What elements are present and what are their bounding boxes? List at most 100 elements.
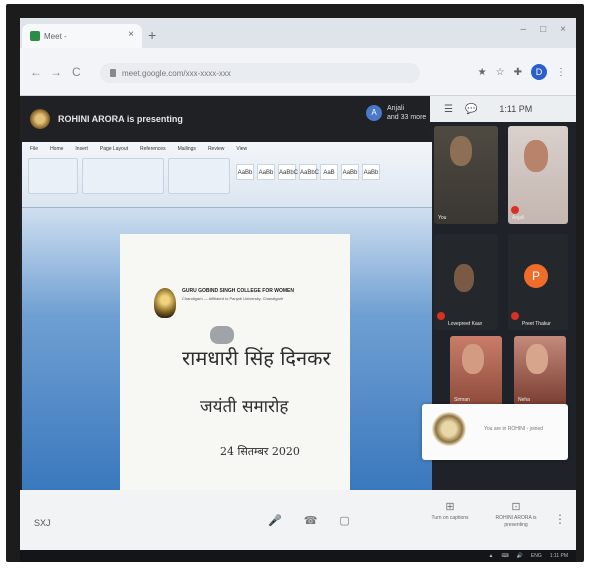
menu-item: References bbox=[140, 146, 166, 152]
minimize-button[interactable]: – bbox=[521, 24, 527, 35]
extensions-area: ★ ☆ ✚ D ⋮ bbox=[478, 64, 566, 80]
participant-video bbox=[450, 136, 472, 166]
profile-avatar[interactable]: D bbox=[531, 64, 547, 80]
college-subtitle: Chandigarh — Affiliated to Panjab Univer… bbox=[182, 296, 284, 301]
reload-button[interactable]: C bbox=[72, 65, 81, 79]
notice-text: You are in ROHINI - joined bbox=[484, 426, 544, 432]
participant-video bbox=[462, 344, 484, 374]
word-ribbon: File Home Insert Page Layout References … bbox=[22, 142, 432, 208]
captions-icon: ⊞ bbox=[445, 501, 455, 513]
menu-item: Page Layout bbox=[99, 146, 129, 152]
participant-video bbox=[526, 344, 548, 374]
ribbon-group-clipboard bbox=[28, 158, 78, 194]
maximize-button[interactable]: □ bbox=[540, 24, 546, 35]
browser-toolbar: ← → C ★ ☆ ✚ D ⋮ bbox=[20, 48, 576, 96]
meet-window: ROHINI ARORA is presenting A Anjali and … bbox=[20, 96, 576, 550]
os-taskbar: ▲ ⌨ 🔊 ENG 1:11 PM bbox=[20, 550, 576, 562]
captions-label: Turn on captions bbox=[431, 515, 469, 521]
participant-tile[interactable]: Lovepreet Kaur bbox=[434, 234, 498, 330]
college-seal bbox=[432, 412, 466, 446]
style-swatch: AaBb bbox=[257, 164, 275, 180]
muted-mic-icon bbox=[511, 312, 519, 320]
muted-mic-icon bbox=[511, 206, 519, 214]
forward-button[interactable]: → bbox=[50, 65, 62, 79]
pinned-participants[interactable]: A Anjali and 33 more bbox=[366, 104, 439, 122]
participant-name: Preet Thakur bbox=[522, 321, 551, 327]
menu-item: File bbox=[30, 146, 39, 152]
presented-screen: File Home Insert Page Layout References … bbox=[22, 142, 432, 490]
menu-item: View bbox=[236, 146, 248, 152]
participant-video bbox=[454, 264, 474, 292]
style-swatch: AaBb bbox=[341, 164, 359, 180]
style-swatch: AaBbC bbox=[278, 164, 298, 180]
participant-video bbox=[524, 140, 548, 172]
camera-button[interactable]: ▢ bbox=[339, 514, 349, 527]
extension-icon[interactable]: ☆ bbox=[496, 67, 505, 78]
meeting-code: SXJ bbox=[34, 518, 51, 528]
leave-call-button[interactable]: ☎ bbox=[304, 514, 318, 527]
style-swatch: AaBb bbox=[362, 164, 380, 180]
participant-name: You bbox=[438, 215, 447, 221]
participant-name: Neha bbox=[518, 397, 530, 403]
participant-avatar: A bbox=[366, 105, 382, 121]
college-logo bbox=[154, 288, 176, 318]
more-options-icon[interactable]: ⋮ bbox=[554, 512, 566, 526]
meet-favicon-icon bbox=[30, 31, 40, 41]
address-bar[interactable] bbox=[100, 63, 420, 83]
chat-icon[interactable]: 💬 bbox=[465, 104, 477, 115]
style-swatch: AaB bbox=[320, 164, 338, 180]
language-indicator[interactable]: ENG bbox=[531, 553, 542, 559]
participant-tile[interactable]: You bbox=[434, 126, 498, 224]
ribbon-group-font bbox=[82, 158, 164, 194]
participant-tile[interactable]: Anjali bbox=[508, 126, 568, 224]
participant-name: Anjali bbox=[512, 215, 525, 221]
call-controls: 🎤 ☎ ▢ bbox=[268, 514, 350, 527]
participant-tile[interactable]: P Preet Thakur bbox=[508, 234, 568, 330]
people-icon[interactable]: ☰ bbox=[444, 104, 453, 115]
document-page: GURU GOBIND SINGH COLLEGE FOR WOMEN Chan… bbox=[120, 234, 350, 490]
presenter-avatar bbox=[30, 109, 50, 129]
participant-tile[interactable]: Simran bbox=[450, 336, 502, 406]
menu-item: Home bbox=[50, 146, 64, 152]
participant-avatar: P bbox=[524, 264, 548, 288]
new-tab-button[interactable]: + bbox=[148, 27, 156, 43]
tab-close-icon[interactable]: × bbox=[128, 29, 134, 40]
clock: 1:11 PM bbox=[499, 104, 533, 114]
college-name: GURU GOBIND SINGH COLLEGE FOR WOMEN bbox=[182, 288, 294, 294]
ribbon-styles: AaBb AaBb AaBbC AaBbC AaB AaBb AaBb bbox=[236, 164, 380, 180]
menu-item: Mailings bbox=[177, 146, 196, 152]
bookmark-star-icon[interactable]: ★ bbox=[478, 67, 487, 78]
style-swatch: AaBbC bbox=[299, 164, 319, 180]
browser-tab-strip: Meet - × + – □ × bbox=[20, 18, 576, 48]
college-text: GURU GOBIND SINGH COLLEGE FOR WOMEN Chan… bbox=[182, 288, 332, 301]
keyboard-icon[interactable]: ⌨ bbox=[501, 553, 508, 559]
back-button[interactable]: ← bbox=[30, 65, 42, 79]
puzzle-icon[interactable]: ✚ bbox=[514, 67, 522, 78]
college-header: GURU GOBIND SINGH COLLEGE FOR WOMEN Chan… bbox=[154, 288, 332, 318]
url-input[interactable] bbox=[122, 68, 382, 78]
window-controls: – □ × bbox=[521, 24, 566, 35]
tray-arrow-icon[interactable]: ▲ bbox=[489, 553, 494, 559]
menu-item: Review bbox=[207, 146, 225, 152]
muted-mic-icon bbox=[437, 312, 445, 320]
presenting-button[interactable]: ⊡ ROHINI ARORA is presenting bbox=[490, 500, 542, 529]
close-window-button[interactable]: × bbox=[560, 24, 566, 35]
captions-button[interactable]: ⊞ Turn on captions bbox=[424, 500, 476, 522]
browser-menu-icon[interactable]: ⋮ bbox=[556, 67, 566, 78]
mic-button[interactable]: 🎤 bbox=[268, 514, 282, 527]
ribbon-group-paragraph bbox=[168, 158, 230, 194]
taskbar-clock: 1:11 PM bbox=[549, 553, 568, 559]
presenting-label: ROHINI ARORA is presenting bbox=[58, 114, 183, 124]
meet-bottom-bar: SXJ 🎤 ☎ ▢ ⊞ Turn on captions ⊡ ROHINI AR… bbox=[20, 490, 576, 550]
participant-name: Lovepreet Kaur bbox=[448, 321, 483, 327]
presenter-bar: ROHINI ARORA is presenting A Anjali and … bbox=[20, 96, 430, 142]
participant-name: Simran bbox=[454, 397, 470, 403]
browser-tab[interactable]: Meet - × bbox=[22, 24, 142, 48]
presenter-notice-card: You are in ROHINI - joined bbox=[422, 404, 568, 460]
presenting-status: ROHINI ARORA is presenting bbox=[495, 515, 537, 528]
menu-item: Insert bbox=[75, 146, 88, 152]
volume-icon[interactable]: 🔊 bbox=[517, 553, 523, 559]
document-subtitle: जयंती समारोह bbox=[200, 397, 289, 417]
tab-title: Meet - bbox=[44, 31, 67, 41]
participant-tile[interactable]: Neha bbox=[514, 336, 566, 406]
